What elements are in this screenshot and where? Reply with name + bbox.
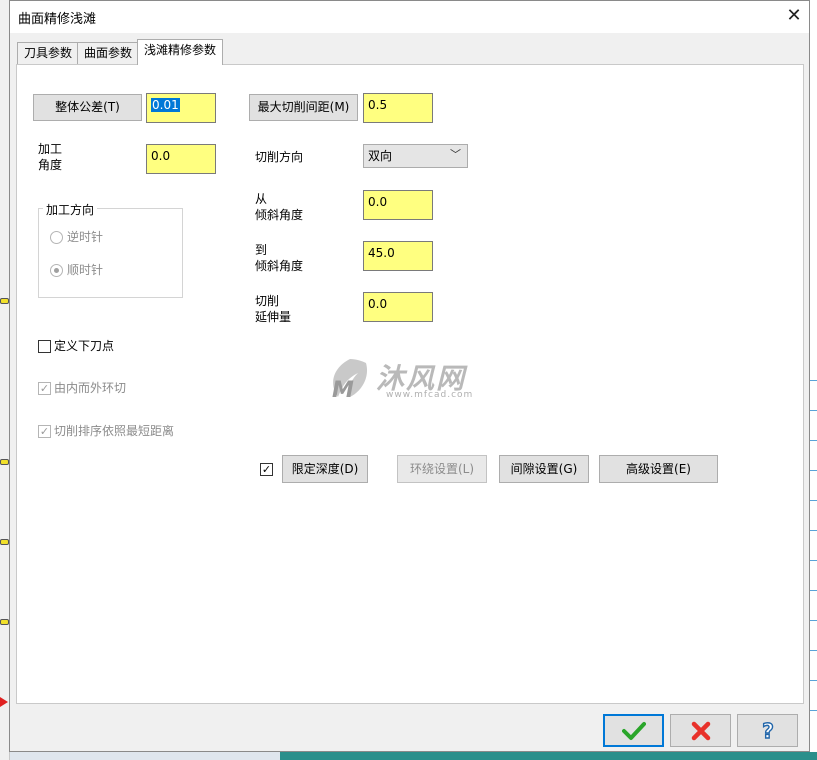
dialog-title: 曲面精修浅滩 <box>18 12 97 27</box>
machining-angle-label-line1: 加工 <box>38 142 63 156</box>
cut-extension-label-line1: 切削 <box>255 294 280 308</box>
cut-direction-label: 切削方向 <box>255 150 304 164</box>
watermark: M 沐风网 www.mfcad.com <box>324 357 472 406</box>
close-icon[interactable]: ✕ <box>782 4 806 28</box>
to-angle-input[interactable]: 45.0 <box>363 241 433 271</box>
max-stepover-button[interactable]: 最大切削间距(M) <box>249 94 358 121</box>
background-app-bottom-strip <box>280 752 817 760</box>
background-marker <box>0 459 9 465</box>
svg-text:?: ? <box>762 719 774 743</box>
tab-label: 曲面参数 <box>84 46 133 60</box>
machining-angle-input[interactable]: 0.0 <box>146 144 216 174</box>
cw-radio[interactable] <box>50 264 63 277</box>
svg-text:M: M <box>332 378 354 403</box>
loop-settings-button[interactable]: 环绕设置(L) <box>397 455 487 483</box>
cut-extension-input[interactable]: 0.0 <box>363 292 433 322</box>
machining-direction-title: 加工方向 <box>43 201 98 218</box>
title-bar: 曲面精修浅滩 ✕ <box>10 1 809 33</box>
watermark-logo-icon: M <box>332 359 368 403</box>
shortest-distance-checkbox[interactable]: ✓ <box>38 425 51 438</box>
inside-out-checkbox[interactable]: ✓ <box>38 382 51 395</box>
ccw-radio[interactable] <box>50 231 63 244</box>
checkmark-icon <box>605 716 662 745</box>
advanced-settings-button[interactable]: 高级设置(E) <box>599 455 718 483</box>
tolerance-input[interactable]: 0.01 <box>146 93 216 123</box>
inside-out-label: 由内而外环切 <box>54 381 127 395</box>
gap-settings-button[interactable]: 间隙设置(G) <box>499 455 589 483</box>
background-red-arrow <box>0 697 8 707</box>
tab-shallow-finish-parameters[interactable]: 浅滩精修参数 <box>137 39 223 65</box>
question-icon: ? <box>738 715 797 746</box>
to-angle-label-line2: 倾斜角度 <box>255 259 304 273</box>
cw-label: 顺时针 <box>67 263 104 277</box>
help-button[interactable]: ? <box>737 714 798 747</box>
max-stepover-input[interactable]: 0.5 <box>363 93 433 123</box>
limit-depth-button[interactable]: 限定深度(D) <box>282 455 368 483</box>
tolerance-value: 0.01 <box>151 98 180 112</box>
limit-depth-checkbox[interactable]: ✓ <box>260 463 273 476</box>
tab-label: 浅滩精修参数 <box>144 43 217 57</box>
background-marker <box>0 619 9 625</box>
ccw-label: 逆时针 <box>67 230 104 244</box>
tab-label: 刀具参数 <box>24 46 73 60</box>
cross-icon <box>671 715 730 746</box>
from-angle-label-line2: 倾斜角度 <box>255 208 304 222</box>
tolerance-button[interactable]: 整体公差(T) <box>33 94 142 121</box>
background-app-right-strip <box>810 0 817 760</box>
cut-direction-select[interactable]: 双向 ﹀ <box>363 144 468 168</box>
define-entry-point-checkbox[interactable] <box>38 340 51 353</box>
chevron-down-icon: ﹀ <box>450 148 461 161</box>
cut-extension-label-line2: 延伸量 <box>255 310 292 324</box>
from-angle-label-line1: 从 <box>255 192 268 206</box>
ok-button[interactable] <box>603 714 664 747</box>
machining-angle-label-line2: 角度 <box>38 158 63 172</box>
shortest-distance-label: 切削排序依照最短距离 <box>54 424 175 438</box>
cut-direction-value: 双向 <box>368 149 393 163</box>
background-marker <box>0 539 9 545</box>
to-angle-label-line1: 到 <box>255 243 268 257</box>
machining-direction-group <box>38 208 183 298</box>
cancel-button[interactable] <box>670 714 731 747</box>
define-entry-point-label: 定义下刀点 <box>54 339 115 353</box>
shallow-finish-dialog: 曲面精修浅滩 ✕ 刀具参数 曲面参数 浅滩精修参数 整体公差(T) 0.01 加… <box>9 0 810 752</box>
watermark-url: www.mfcad.com <box>386 390 474 400</box>
background-marker <box>0 298 9 304</box>
from-angle-input[interactable]: 0.0 <box>363 190 433 220</box>
tab-surface-parameters[interactable]: 曲面参数 <box>77 42 138 64</box>
tab-tool-parameters[interactable]: 刀具参数 <box>17 42 78 64</box>
tab-panel: 整体公差(T) 0.01 加工 角度 0.0 加工方向 逆时针 顺时针 定义下刀… <box>16 64 804 704</box>
